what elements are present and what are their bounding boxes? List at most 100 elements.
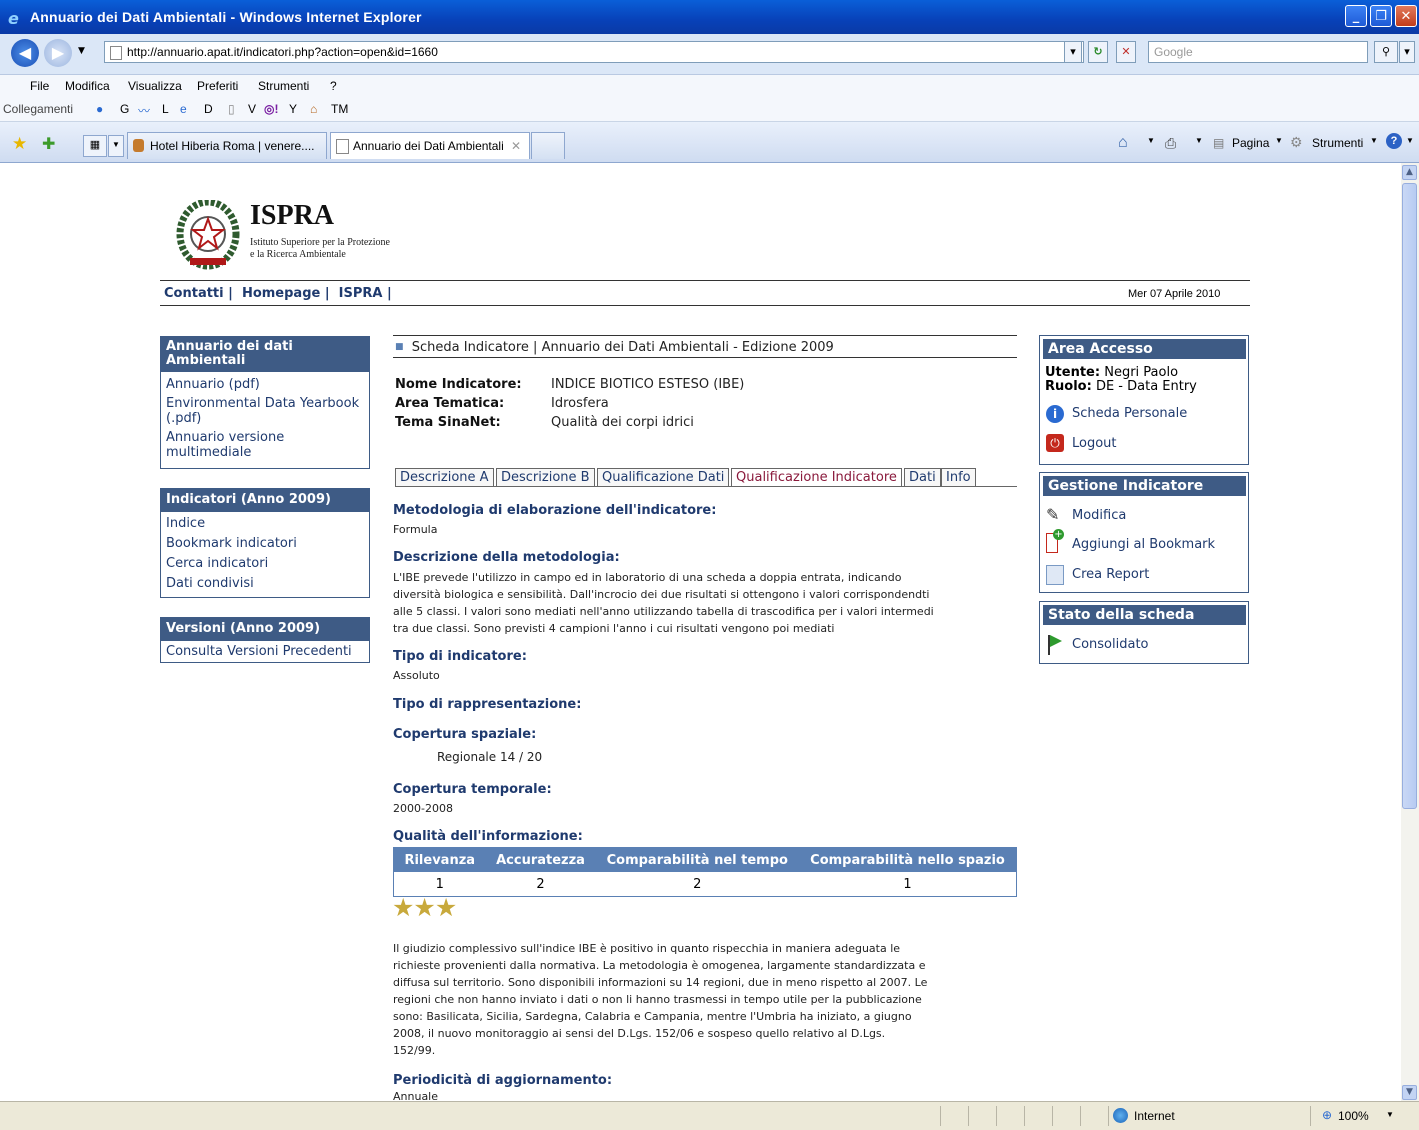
link-annuario-multimediale[interactable]: Annuario versione multimediale <box>161 430 369 460</box>
logo-subtitle-1: Istituto Superiore per la Protezione <box>250 237 390 248</box>
close-button[interactable]: ✕ <box>1395 5 1417 27</box>
giudizio-line: Il giudizio complessivo sull'indice IBE … <box>393 942 901 955</box>
link-bookmark-indicatori[interactable]: Bookmark indicatori <box>161 536 369 551</box>
scroll-up-icon[interactable]: ▲ <box>1402 165 1417 180</box>
home-dropdown-icon[interactable]: ▼ <box>1147 136 1155 145</box>
add-favorite-icon[interactable]: ✚ <box>42 134 55 154</box>
help-icon[interactable]: ? <box>1386 133 1402 149</box>
tipo-indicatore-value: Assoluto <box>393 669 440 682</box>
zoom-level[interactable]: 100% <box>1338 1109 1369 1123</box>
refresh-icon[interactable]: ↻ <box>1088 41 1108 63</box>
link-logout[interactable]: Logout <box>1072 436 1117 451</box>
search-input[interactable]: Google <box>1148 41 1368 63</box>
ie-logo-icon: e <box>8 9 19 28</box>
print-dropdown-icon[interactable]: ▼ <box>1195 136 1203 145</box>
tab-qualificazione-indicatore[interactable]: Qualificazione Indicatore <box>731 468 902 486</box>
logo-title: ISPRA <box>250 200 335 231</box>
menu-preferiti[interactable]: Preferiti <box>197 79 238 93</box>
tab-dati[interactable]: Dati <box>904 468 941 486</box>
tab-descrizione-a[interactable]: Descrizione A <box>395 468 494 486</box>
descrizione-line: alle 5 classi. I valori sono mediati nel… <box>393 605 934 618</box>
link-y[interactable]: Y <box>289 102 297 116</box>
meta-values: INDICE BIOTICO ESTESO (IBE) Idrosfera Qu… <box>551 375 744 432</box>
menu-file[interactable]: File <box>30 79 49 93</box>
scroll-down-icon[interactable]: ▼ <box>1402 1085 1417 1100</box>
new-tab-button[interactable] <box>531 132 565 159</box>
minimize-button[interactable]: _ <box>1345 5 1367 27</box>
link-cerca-indicatori[interactable]: Cerca indicatori <box>161 556 369 571</box>
quick-tabs-icon[interactable]: ▦ <box>83 135 107 157</box>
forward-button[interactable]: ▶ <box>44 39 72 67</box>
vertical-scrollbar[interactable]: ▲ ▼ <box>1401 163 1419 1101</box>
status-divider <box>1108 1106 1109 1126</box>
link-l[interactable]: L <box>162 102 169 116</box>
meta-value-tema: Qualità dei corpi idrici <box>551 415 694 430</box>
nav-contatti[interactable]: Contatti <box>164 286 224 301</box>
menu-visualizza[interactable]: Visualizza <box>128 79 182 93</box>
meta-value-area: Idrosfera <box>551 396 609 411</box>
link-l-icon: 〰 <box>138 104 151 118</box>
stop-icon[interactable]: ✕ <box>1116 41 1136 63</box>
address-dropdown-icon[interactable]: ▾ <box>1064 41 1082 63</box>
link-d[interactable]: D <box>204 102 213 116</box>
title-bar: e Annuario dei Dati Ambientali - Windows… <box>0 0 1419 34</box>
link-indice[interactable]: Indice <box>161 516 369 531</box>
breadcrumb-bullet-icon: ■ <box>395 342 404 352</box>
tabs-baseline <box>395 486 1017 487</box>
home-icon[interactable]: ⌂ <box>1118 134 1128 152</box>
current-date: Mer 07 Aprile 2010 <box>1128 288 1221 300</box>
link-tm[interactable]: TM <box>331 102 348 116</box>
tab-list-icon[interactable]: ▼ <box>108 135 124 157</box>
link-aggiungi-bookmark[interactable]: Aggiungi al Bookmark <box>1072 537 1215 552</box>
link-versioni-precedenti[interactable]: Consulta Versioni Precedenti <box>161 644 369 659</box>
tab-hotel-hiberia[interactable]: Hotel Hiberia Roma | venere.... <box>127 132 327 159</box>
scroll-thumb[interactable] <box>1402 183 1417 809</box>
nav-homepage[interactable]: Homepage <box>242 286 320 301</box>
tab-annuario[interactable]: Annuario dei Dati Ambientali ✕ <box>330 132 530 159</box>
search-options-icon[interactable]: ▾ <box>1399 41 1415 63</box>
tools-dropdown-icon[interactable]: ▼ <box>1370 136 1378 145</box>
address-bar[interactable]: http://annuario.apat.it/indicatori.php?a… <box>104 41 1084 63</box>
menu-help[interactable]: ? <box>330 79 337 93</box>
link-annuario-pdf[interactable]: Annuario (pdf) <box>161 377 369 392</box>
nav-ispra[interactable]: ISPRA <box>339 286 383 301</box>
menu-strumenti[interactable]: Strumenti <box>258 79 309 93</box>
maximize-button[interactable]: ❐ <box>1370 5 1392 27</box>
link-g[interactable]: G <box>120 102 129 116</box>
power-icon: ⏻ <box>1046 434 1064 452</box>
address-url: http://annuario.apat.it/indicatori.php?a… <box>127 45 438 59</box>
tools-menu[interactable]: Strumenti <box>1312 136 1363 150</box>
descrizione-title: Descrizione della metodologia: <box>393 550 620 565</box>
page-menu[interactable]: Pagina <box>1232 136 1269 150</box>
favorites-star-icon[interactable]: ★ <box>12 134 27 154</box>
tab-descrizione-b[interactable]: Descrizione B <box>496 468 595 486</box>
link-scheda-personale[interactable]: Scheda Personale <box>1072 406 1187 421</box>
tab-qualificazione-dati[interactable]: Qualificazione Dati <box>597 468 730 486</box>
back-button[interactable]: ◀ <box>11 39 39 67</box>
search-icon[interactable]: ⚲ <box>1374 41 1398 63</box>
link-crea-report[interactable]: Crea Report <box>1072 567 1149 582</box>
link-modifica[interactable]: Modifica <box>1072 508 1126 523</box>
bookmark-add-icon: + <box>1046 529 1064 553</box>
qualita-header: Comparabilità nel tempo <box>595 848 800 872</box>
help-dropdown-icon[interactable]: ▼ <box>1406 136 1414 145</box>
box-versioni: Versioni (Anno 2009) Consulta Versioni P… <box>160 617 370 663</box>
tab-info[interactable]: Info <box>941 468 976 486</box>
link-v[interactable]: V <box>248 102 256 116</box>
box-indicatori: Indicatori (Anno 2009) Indice Bookmark i… <box>160 488 370 598</box>
breadcrumb-top-rule <box>393 335 1017 336</box>
print-icon[interactable]: ⎙ <box>1165 135 1176 152</box>
role-label: Ruolo: <box>1045 379 1092 394</box>
status-divider <box>1080 1106 1081 1126</box>
box-annuario-title: Annuario dei dati Ambientali <box>161 337 369 372</box>
zoom-dropdown-icon[interactable]: ▼ <box>1386 1110 1394 1119</box>
tab-close-icon[interactable]: ✕ <box>511 133 521 159</box>
box-indicatori-title: Indicatori (Anno 2009) <box>161 489 369 512</box>
page-dropdown-icon[interactable]: ▼ <box>1275 136 1283 145</box>
menu-modifica[interactable]: Modifica <box>65 79 110 93</box>
link-yearbook-pdf[interactable]: Environmental Data Yearbook (.pdf) <box>161 396 369 426</box>
giudizio-line: sono: Basilicata, Sicilia, Sardegna, Cal… <box>393 1010 912 1023</box>
history-dropdown-icon[interactable]: ▼ <box>78 46 85 56</box>
link-dati-condivisi[interactable]: Dati condivisi <box>161 576 369 591</box>
gear-icon: ⚙ <box>1290 134 1303 150</box>
